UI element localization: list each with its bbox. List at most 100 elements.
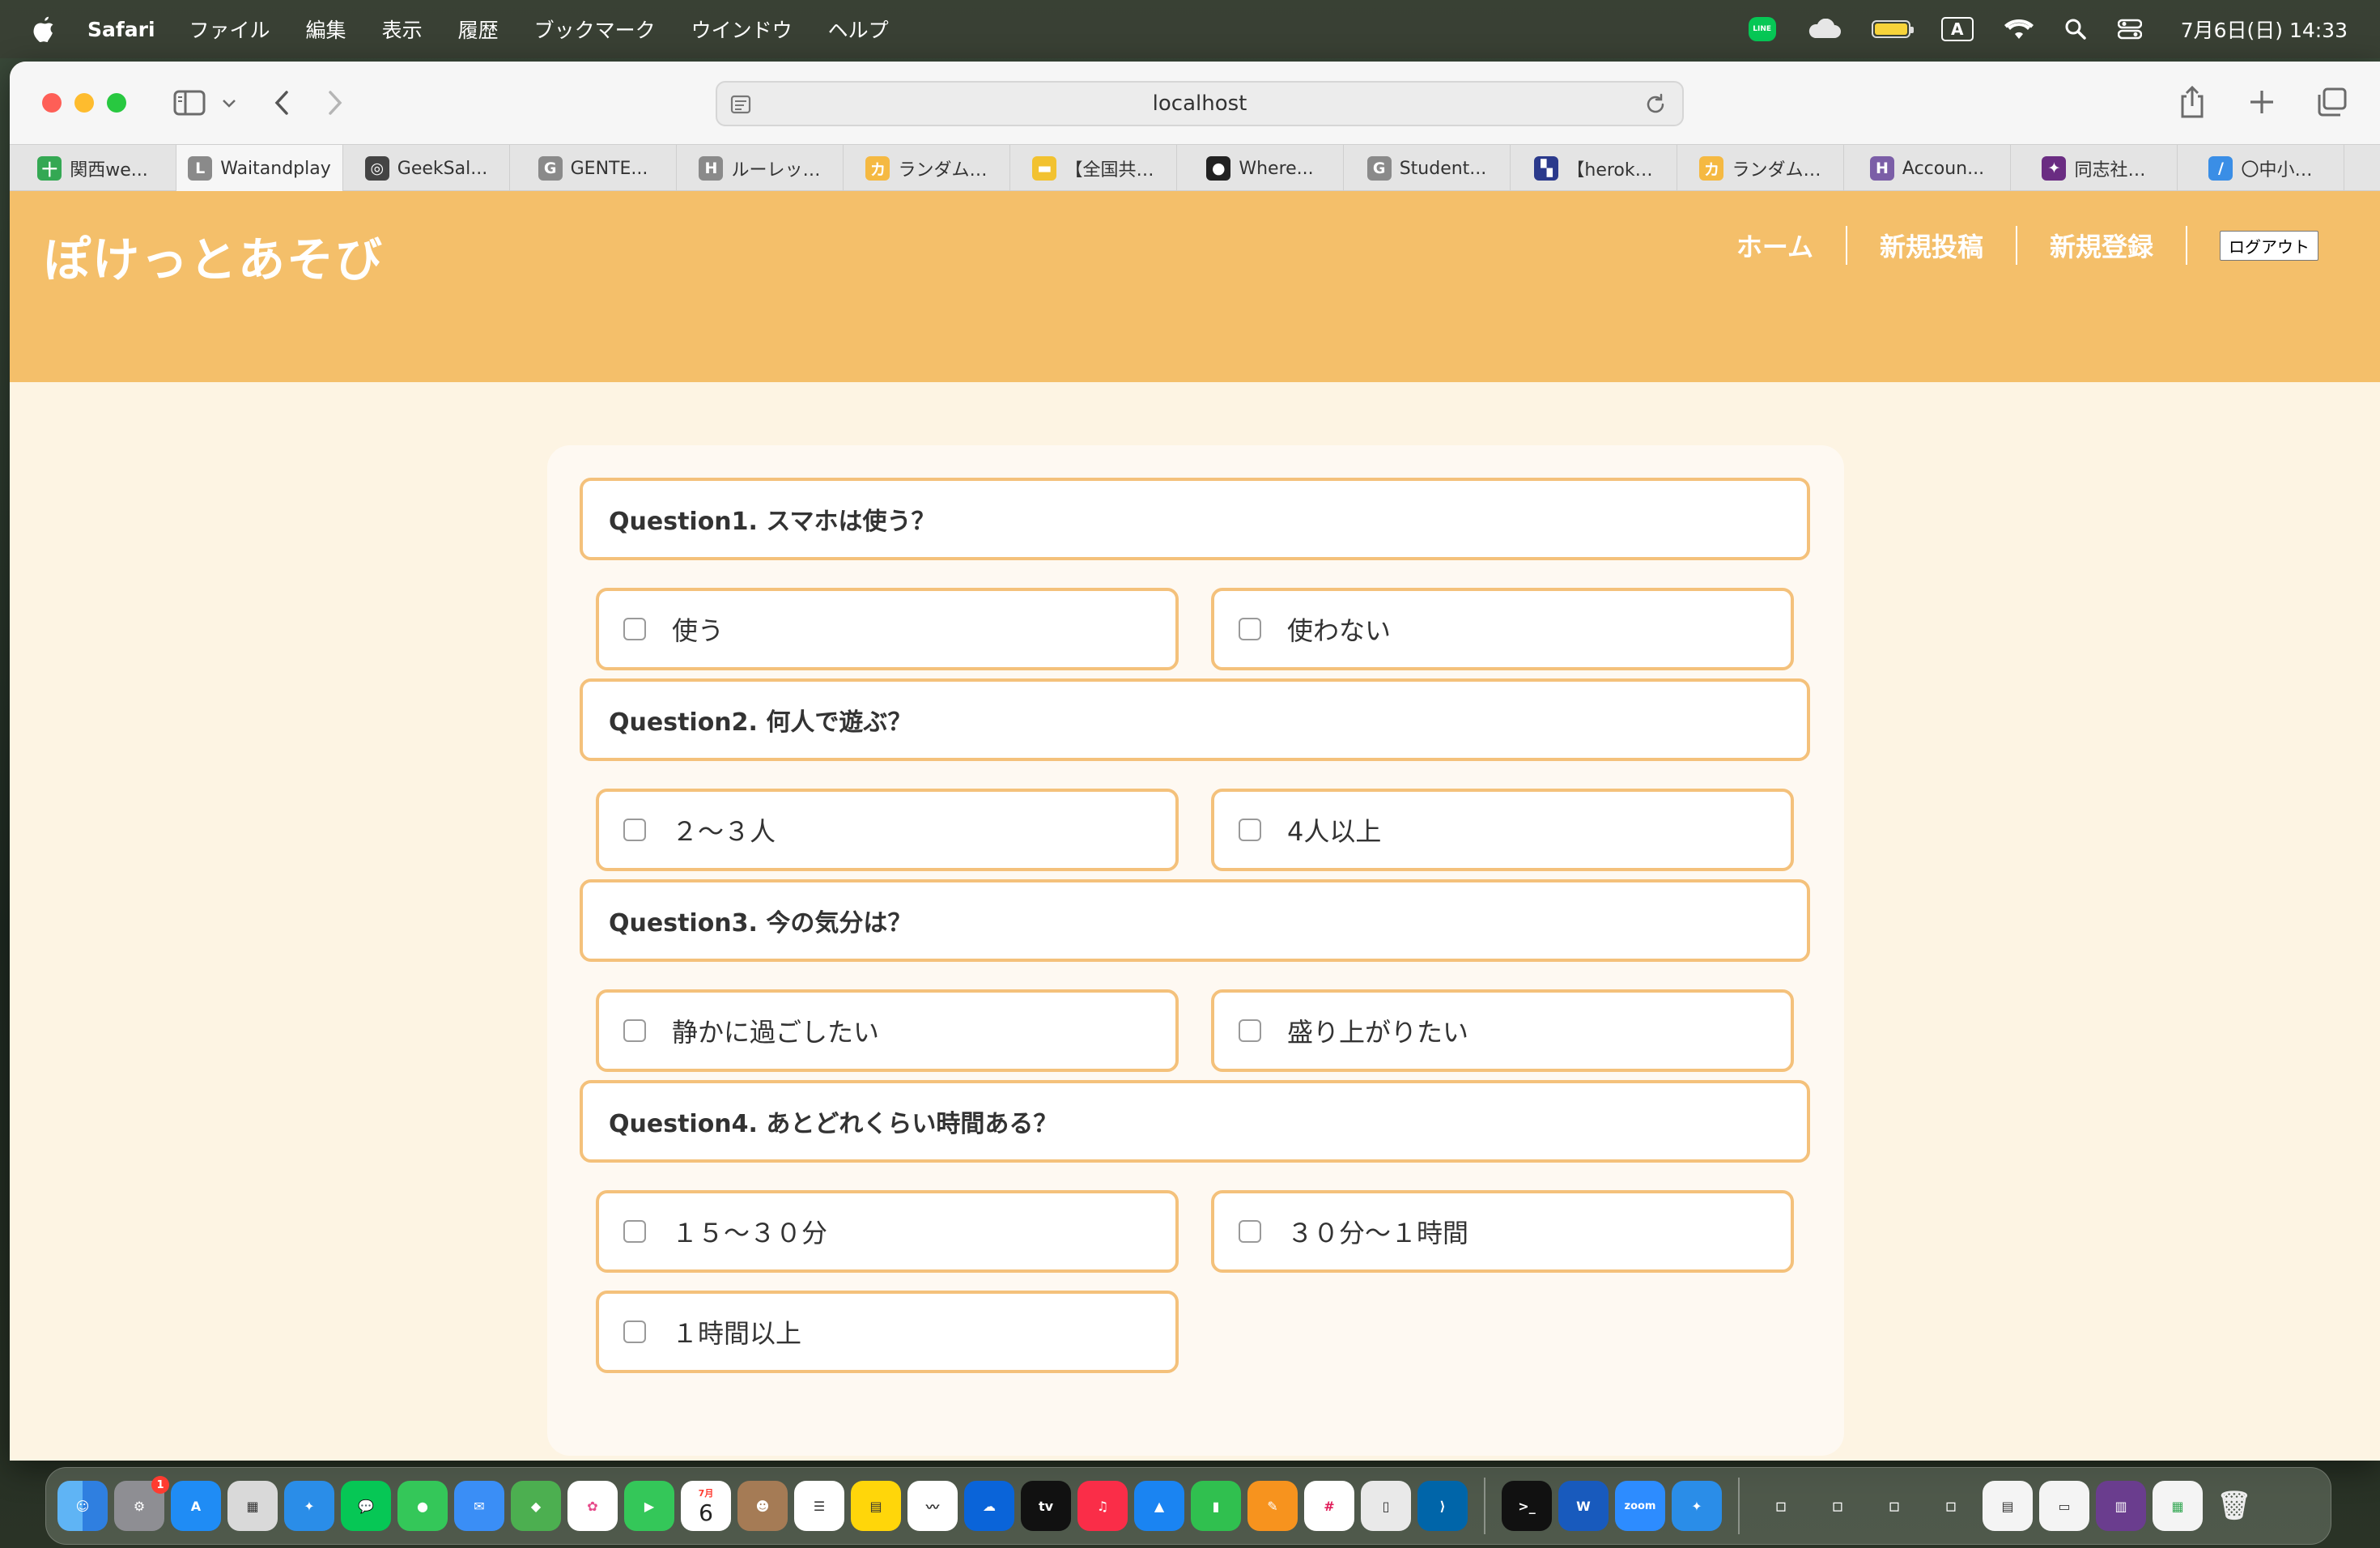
launchpad-icon[interactable]: ▦: [227, 1481, 278, 1531]
downloads-stack-icon[interactable]: ▤: [1983, 1481, 2033, 1531]
checkbox[interactable]: [623, 1019, 646, 1042]
reload-icon[interactable]: [1643, 92, 1668, 117]
url-text[interactable]: localhost: [1153, 91, 1247, 116]
menu-history[interactable]: 履歴: [458, 15, 499, 44]
chevron-down-icon[interactable]: [222, 98, 236, 108]
browser-tab[interactable]: ▬ 【全国共…: [1010, 145, 1177, 192]
photos-icon[interactable]: ✿: [567, 1481, 618, 1531]
back-button[interactable]: [274, 90, 290, 116]
messages-icon[interactable]: ●: [397, 1481, 448, 1531]
option-q3-lively[interactable]: 盛り上がりたい: [1211, 989, 1794, 1072]
option-q1-not-use[interactable]: 使わない: [1211, 588, 1794, 670]
onedrive-icon[interactable]: ☁: [964, 1481, 1014, 1531]
option-q4-15-30min[interactable]: １５〜３０分: [596, 1190, 1179, 1273]
window-thumbnail-icon[interactable]: ▭: [2039, 1481, 2089, 1531]
browser-tab[interactable]: カランダム…: [1677, 145, 1844, 192]
menu-file[interactable]: ファイル: [189, 15, 270, 44]
browser-tab[interactable]: / 〇中小…: [2178, 145, 2344, 192]
contacts-icon[interactable]: ☻: [737, 1481, 788, 1531]
browser-tab[interactable]: ▚ 【herok…: [1511, 145, 1677, 192]
browser-tab[interactable]: H Accoun...: [1844, 145, 2011, 192]
forward-button[interactable]: [327, 90, 343, 116]
nav-register-link[interactable]: 新規登録: [2017, 227, 2186, 264]
app-name-menu[interactable]: Safari: [87, 18, 155, 41]
option-q4-1h-plus[interactable]: １時間以上: [596, 1291, 1179, 1373]
menu-bookmarks[interactable]: ブックマーク: [534, 15, 656, 44]
checkbox[interactable]: [623, 1320, 646, 1343]
reminders-icon[interactable]: ☰: [794, 1481, 844, 1531]
logout-button[interactable]: ログアウト: [2220, 230, 2318, 261]
menu-view[interactable]: 表示: [382, 15, 423, 44]
option-q4-30min-1h[interactable]: ３０分〜１時間: [1211, 1190, 1794, 1273]
iphone-mirroring-icon[interactable]: ▯: [1361, 1481, 1411, 1531]
tab-overview-icon[interactable]: [2315, 84, 2348, 120]
freeform-icon[interactable]: 〰: [907, 1481, 958, 1531]
documents-stack-icon[interactable]: ▥: [2096, 1481, 2146, 1531]
music-icon[interactable]: ♫: [1077, 1481, 1128, 1531]
minimized-window-icon[interactable]: ▫: [1926, 1481, 1976, 1531]
cloud-icon[interactable]: [1807, 15, 1841, 43]
minimize-window-button[interactable]: [74, 93, 94, 113]
checkbox[interactable]: [1239, 618, 1261, 640]
option-q3-quiet[interactable]: 静かに過ごしたい: [596, 989, 1179, 1072]
browser-tab[interactable]: ✦ 同志社…: [2011, 145, 2178, 192]
app-store-icon[interactable]: A: [171, 1481, 221, 1531]
safari-recent-icon[interactable]: ✦: [1672, 1481, 1722, 1531]
battery-icon[interactable]: [1871, 15, 1914, 43]
numbers-icon[interactable]: ▮: [1191, 1481, 1241, 1531]
menu-help[interactable]: ヘルプ: [828, 15, 889, 44]
spotlight-search-icon[interactable]: [2064, 15, 2087, 43]
line-app-icon[interactable]: 💬: [341, 1481, 391, 1531]
page-settings-icon[interactable]: [730, 94, 751, 115]
browser-tab[interactable]: カランダム…: [844, 145, 1010, 192]
apple-tv-icon[interactable]: tv: [1021, 1481, 1071, 1531]
terminal-icon[interactable]: >_: [1502, 1481, 1552, 1531]
option-q2-4-plus[interactable]: 4人以上: [1211, 789, 1794, 871]
minimized-window-icon[interactable]: ▫: [1756, 1481, 1806, 1531]
minimized-window-icon[interactable]: ▫: [1813, 1481, 1863, 1531]
nav-home-link[interactable]: ホーム: [1704, 227, 1846, 264]
menu-window[interactable]: ウインドウ: [691, 15, 793, 44]
checkbox[interactable]: [1239, 819, 1261, 841]
sidebar-toggle-icon[interactable]: [172, 88, 207, 117]
system-settings-icon[interactable]: ⚙ 1: [114, 1476, 169, 1531]
spreadsheet-thumbnail-icon[interactable]: ▦: [2153, 1481, 2203, 1531]
keynote-icon[interactable]: ▲: [1134, 1481, 1184, 1531]
word-icon[interactable]: W: [1558, 1481, 1609, 1531]
pages-icon[interactable]: ✎: [1247, 1481, 1298, 1531]
site-logo-title[interactable]: ぽけっとあそび: [44, 222, 384, 290]
checkbox[interactable]: [623, 618, 646, 640]
notes-icon[interactable]: ▤: [851, 1481, 901, 1531]
menu-edit[interactable]: 編集: [306, 15, 346, 44]
vscode-icon[interactable]: ⟩: [1417, 1481, 1468, 1531]
browser-tab[interactable]: G GENTE...: [510, 145, 677, 192]
minimized-window-icon[interactable]: ▫: [1869, 1481, 1919, 1531]
browser-tab[interactable]: G Student...: [1344, 145, 1511, 192]
browser-tab[interactable]: L Waitandplay: [176, 145, 343, 192]
line-status-icon[interactable]: LINE: [1748, 15, 1776, 43]
mail-icon[interactable]: ✉: [454, 1481, 504, 1531]
apple-menu-icon[interactable]: [32, 15, 57, 43]
safari-icon[interactable]: ✦: [284, 1481, 334, 1531]
calendar-icon[interactable]: 7月 6: [681, 1481, 731, 1531]
checkbox[interactable]: [623, 1220, 646, 1243]
zoom-icon[interactable]: zoom: [1615, 1481, 1665, 1531]
checkbox[interactable]: [1239, 1019, 1261, 1042]
trash-icon[interactable]: 🗑: [2209, 1481, 2259, 1531]
slack-icon[interactable]: #: [1304, 1481, 1354, 1531]
option-q2-2-3-people[interactable]: ２〜３人: [596, 789, 1179, 871]
nav-new-post-link[interactable]: 新規投稿: [1847, 227, 2016, 264]
checkbox[interactable]: [623, 819, 646, 841]
checkbox[interactable]: [1239, 1220, 1261, 1243]
wifi-icon[interactable]: [2004, 15, 2034, 43]
browser-tab[interactable]: ● Where...: [1177, 145, 1344, 192]
facetime-icon[interactable]: ▶: [624, 1481, 674, 1531]
zoom-window-button[interactable]: [107, 93, 126, 113]
browser-tab[interactable]: ◎ GeekSal...: [343, 145, 510, 192]
finder-icon[interactable]: ☺: [57, 1481, 108, 1531]
new-tab-icon[interactable]: [2246, 84, 2278, 120]
maps-icon[interactable]: ◆: [511, 1481, 561, 1531]
close-window-button[interactable]: [42, 93, 62, 113]
browser-tab[interactable]: 十関西we...: [10, 145, 176, 192]
share-icon[interactable]: [2176, 84, 2208, 120]
